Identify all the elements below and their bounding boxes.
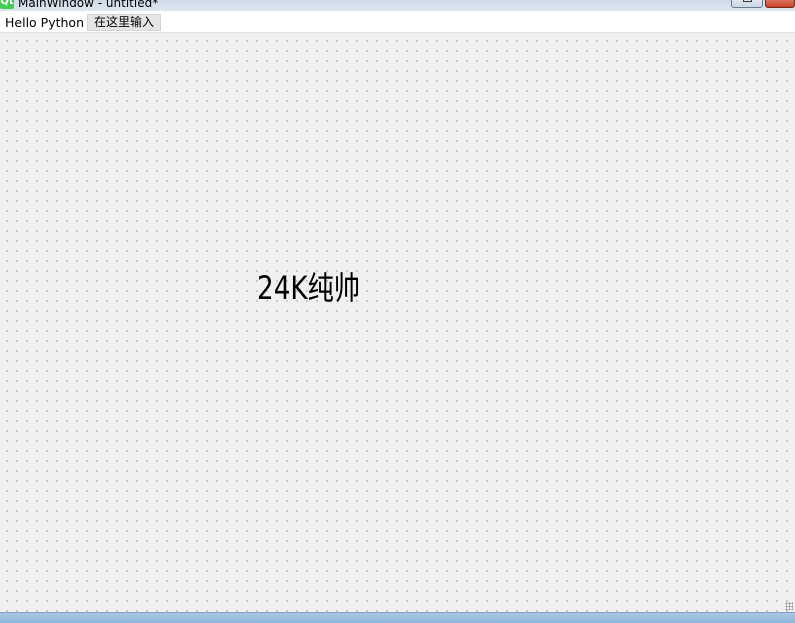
form-canvas[interactable]: 24K纯帅 xyxy=(0,33,795,612)
maximize-icon xyxy=(743,0,752,2)
main-window: Qt MainWindow - untitled* ✕ Hello Python… xyxy=(0,0,795,623)
menu-item-hello-python[interactable]: Hello Python xyxy=(5,15,84,30)
menu-bar: Hello Python 在这里输入 xyxy=(0,11,795,33)
close-button[interactable]: ✕ xyxy=(765,0,795,8)
maximize-button[interactable] xyxy=(731,0,763,8)
window-title: MainWindow - untitled* xyxy=(18,0,159,10)
title-bar[interactable]: Qt MainWindow - untitled* ✕ xyxy=(0,0,795,11)
close-icon: ✕ xyxy=(776,0,784,3)
text-label[interactable]: 24K纯帅 xyxy=(257,270,360,306)
qt-logo-icon: Qt xyxy=(0,0,14,9)
size-grip-icon[interactable] xyxy=(785,602,793,610)
menu-type-here-input[interactable]: 在这里输入 xyxy=(87,14,161,31)
status-bar xyxy=(0,612,795,623)
